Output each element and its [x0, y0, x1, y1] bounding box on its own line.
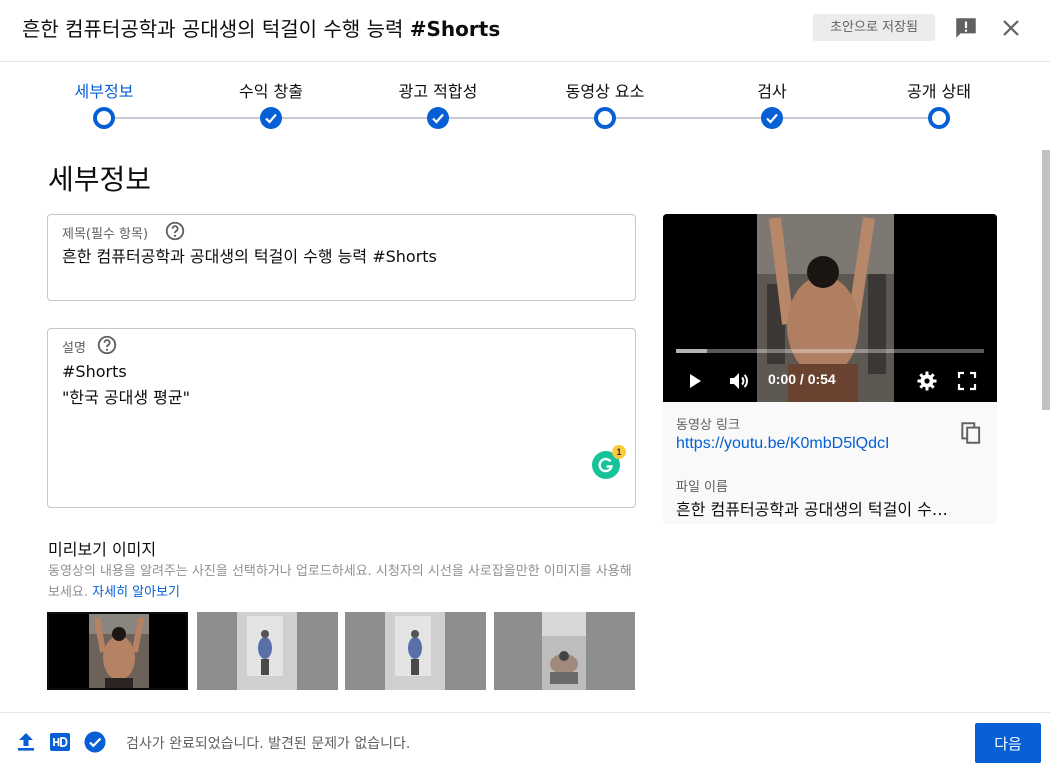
file-name-label: 파일 이름: [676, 480, 728, 495]
help-icon[interactable]: [96, 334, 118, 356]
step-visibility[interactable]: 공개 상태: [864, 78, 1014, 129]
thumbnail-option[interactable]: [494, 612, 635, 690]
step-checks[interactable]: 검사: [697, 78, 847, 129]
upload-stepper: 세부정보 수익 창출 광고 적합성 동영상 요소 검사 공개 상태: [0, 62, 1050, 142]
title-field[interactable]: 제목(필수 항목) 흔한 컴퓨터공학과 공대생의 턱걸이 수행 능력 #Shor…: [47, 214, 636, 301]
next-button[interactable]: 다음: [975, 723, 1041, 763]
step-label: 세부정보: [74, 82, 134, 101]
thumbnail-image: [345, 612, 486, 690]
help-icon[interactable]: [164, 220, 186, 242]
video-preview-card: 0:00 / 0:54 동영상 링크 https://youtu.be/K0mb…: [663, 214, 997, 524]
grammarly-icon[interactable]: 1: [592, 445, 626, 479]
thumbnail-image: [494, 612, 635, 690]
step-label: 동영상 요소: [565, 82, 645, 101]
thumbnail-option[interactable]: [47, 612, 188, 690]
title-input[interactable]: 흔한 컴퓨터공학과 공대생의 턱걸이 수행 능력 #Shorts: [62, 244, 437, 270]
step-label: 수익 창출: [239, 82, 303, 101]
video-progress-bar[interactable]: [676, 349, 984, 353]
step-open-icon: [93, 107, 115, 129]
draft-status-badge: 초안으로 저장됨: [813, 14, 935, 41]
thumbnail-description: 동영상의 내용을 알려주는 사진을 선택하거나 업로드하세요. 시청자의 시선을…: [48, 561, 638, 603]
description-input[interactable]: #Shorts "한국 공대생 평균": [62, 359, 190, 411]
description-field-label: 설명: [62, 341, 86, 356]
stepper-line: [104, 117, 940, 119]
step-open-icon: [928, 107, 950, 129]
title-field-label: 제목(필수 항목): [62, 227, 149, 242]
description-field[interactable]: 설명 #Shorts "한국 공대생 평균" 1: [47, 328, 636, 508]
section-heading: 세부정보: [48, 163, 152, 196]
thumbnail-option[interactable]: [197, 612, 338, 690]
hd-icon: [50, 733, 70, 751]
learn-more-link[interactable]: 자세히 알아보기: [92, 585, 180, 600]
page-title: 흔한 컴퓨터공학과 공대생의 턱걸이 수행 능력 #Shorts: [22, 13, 500, 42]
feedback-icon[interactable]: [953, 15, 979, 41]
volume-icon[interactable]: [727, 369, 751, 393]
thumbnail-image: [197, 612, 338, 690]
page-title-text: 흔한 컴퓨터공학과 공대생의 턱걸이 수행 능력: [22, 17, 410, 41]
upload-icon: [18, 733, 34, 751]
thumbnail-image: [49, 614, 186, 688]
video-player[interactable]: 0:00 / 0:54: [663, 214, 997, 402]
step-label: 광고 적합성: [398, 82, 478, 101]
step-video-elements[interactable]: 동영상 요소: [530, 78, 680, 129]
step-open-icon: [594, 107, 616, 129]
video-progress-fill: [676, 349, 707, 353]
thumbnail-option[interactable]: [345, 612, 486, 690]
dialog-footer: 검사가 완료되었습니다. 발견된 문제가 없습니다. 다음: [0, 712, 1050, 767]
page-title-tag: #Shorts: [409, 17, 501, 41]
settings-gear-icon[interactable]: [915, 369, 939, 393]
copy-icon[interactable]: [958, 420, 984, 446]
check-icon: [427, 107, 449, 129]
step-details[interactable]: 세부정보: [29, 78, 179, 129]
step-label: 공개 상태: [907, 82, 971, 101]
step-label: 검사: [757, 82, 787, 101]
file-name: 흔한 컴퓨터공학과 공대생의 턱걸이 수…: [676, 500, 948, 519]
close-icon[interactable]: [999, 16, 1023, 40]
grammarly-count-badge: 1: [612, 445, 626, 459]
thumbnail-title: 미리보기 이미지: [48, 540, 157, 559]
fullscreen-icon[interactable]: [955, 369, 979, 393]
video-time: 0:00 / 0:54: [768, 371, 836, 387]
play-icon[interactable]: [683, 369, 707, 393]
dialog-header: 흔한 컴퓨터공학과 공대생의 턱걸이 수행 능력 #Shorts 초안으로 저장…: [0, 0, 1050, 62]
check-icon: [761, 107, 783, 129]
step-ad-suitability[interactable]: 광고 적합성: [363, 78, 513, 129]
step-monetization[interactable]: 수익 창출: [196, 78, 346, 129]
check-icon: [260, 107, 282, 129]
check-status-text: 검사가 완료되었습니다. 발견된 문제가 없습니다.: [126, 736, 411, 752]
video-link-label: 동영상 링크: [676, 418, 740, 433]
scrollbar[interactable]: [1042, 150, 1050, 410]
check-circle-icon: [84, 731, 106, 753]
video-link[interactable]: https://youtu.be/K0mbD5lQdcI: [676, 435, 889, 453]
